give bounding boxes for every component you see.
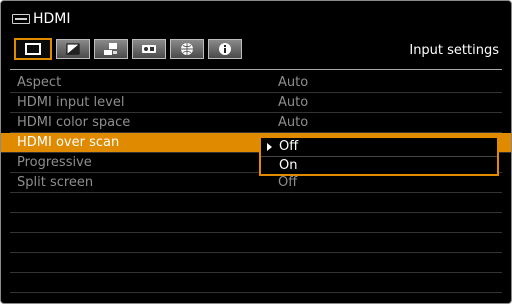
setting-value: Auto: [278, 95, 309, 110]
empty-row: [10, 233, 502, 253]
tab-bar: [14, 38, 246, 60]
empty-row: [10, 213, 502, 233]
tab-network[interactable]: [170, 39, 204, 59]
setting-row-aspect[interactable]: Aspect Auto: [10, 73, 502, 93]
option-label: Off: [279, 139, 299, 154]
setting-row-hdmi-input-level[interactable]: HDMI input level Auto: [10, 93, 502, 113]
divider: [10, 69, 502, 70]
tab-information[interactable]: [208, 39, 242, 59]
setting-row-split-screen[interactable]: Split screen Off: [10, 173, 502, 193]
tab-system-settings[interactable]: [132, 39, 166, 59]
setting-label: Progressive: [17, 155, 92, 170]
over-scan-dropdown[interactable]: Off On: [259, 136, 499, 176]
empty-row: [10, 193, 502, 213]
picture-icon: [25, 43, 41, 55]
empty-row: [10, 253, 502, 273]
setting-label: HDMI color space: [17, 115, 131, 130]
setting-label: Aspect: [17, 75, 62, 90]
settings-list: Aspect Auto HDMI input level Auto HDMI c…: [1, 73, 511, 293]
system-settings-icon: [142, 45, 156, 53]
setting-label: Split screen: [17, 175, 94, 190]
setting-label: HDMI input level: [17, 95, 125, 110]
setting-row-hdmi-color-space[interactable]: HDMI color space Auto: [10, 113, 502, 133]
menu-title: HDMI: [12, 8, 71, 30]
tab-picture[interactable]: [14, 38, 52, 60]
selection-arrow-icon: [267, 143, 272, 151]
tab-image-adjust[interactable]: [56, 39, 90, 59]
menu-title-text: HDMI: [33, 11, 71, 27]
setting-value: Auto: [278, 115, 309, 130]
network-icon: [181, 43, 193, 55]
option-on[interactable]: On: [261, 157, 497, 175]
setting-label: HDMI over scan: [17, 135, 120, 150]
installation-icon: [104, 43, 117, 55]
option-label: On: [279, 158, 298, 173]
empty-row: [10, 273, 502, 293]
hdmi-connector-icon: [12, 14, 30, 24]
projector-menu-screen: HDMI Input settings Aspect Auto HDMI inp…: [0, 0, 512, 304]
tab-caption: Input settings: [409, 43, 499, 58]
setting-value: Auto: [278, 75, 309, 90]
information-icon: [219, 43, 231, 55]
tab-installation[interactable]: [94, 39, 128, 59]
image-adjust-icon: [66, 43, 80, 55]
option-off[interactable]: Off: [261, 138, 497, 157]
